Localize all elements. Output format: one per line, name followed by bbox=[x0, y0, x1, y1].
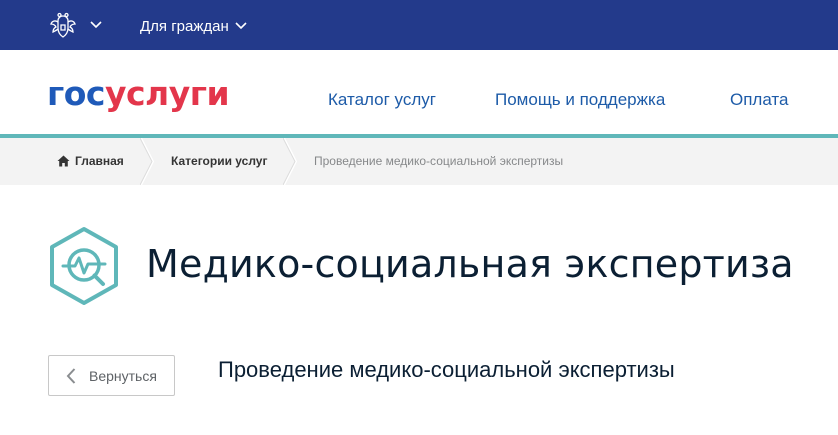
page-title: Медико-социальная экспертиза bbox=[146, 242, 794, 286]
nav-catalog-link[interactable]: Каталог услуг bbox=[328, 90, 436, 110]
site-header: госуслуги Каталог услуг Помощь и поддерж… bbox=[0, 50, 838, 134]
home-icon bbox=[57, 155, 70, 167]
breadcrumb-separator bbox=[283, 138, 297, 185]
chevron-down-icon[interactable] bbox=[90, 20, 102, 30]
breadcrumb-home-label: Главная bbox=[75, 154, 124, 168]
breadcrumb-separator bbox=[140, 138, 154, 185]
breadcrumb-home[interactable]: Главная bbox=[57, 153, 124, 169]
breadcrumb-current: Проведение медико-социальной экспертизы bbox=[314, 154, 564, 168]
medical-expertise-icon bbox=[50, 227, 118, 305]
logo-part-uslugi: услуги bbox=[104, 74, 230, 113]
nav-help-link[interactable]: Помощь и поддержка bbox=[495, 90, 665, 110]
gosuslugi-logo[interactable]: госуслуги bbox=[47, 74, 230, 114]
breadcrumb-categories[interactable]: Категории услуг bbox=[171, 153, 267, 169]
service-title[interactable]: Проведение медико-социальной экспертизы bbox=[218, 356, 675, 384]
for-citizens-label: Для граждан bbox=[140, 17, 229, 35]
breadcrumb: Главная Категории услуг Проведение медик… bbox=[0, 138, 838, 185]
for-citizens-dropdown[interactable]: Для граждан bbox=[140, 16, 247, 36]
chevron-left-icon bbox=[66, 368, 76, 384]
nav-payment-link[interactable]: Оплата bbox=[730, 90, 788, 110]
back-button-label: Вернуться bbox=[89, 368, 157, 384]
logo-part-gos: гос bbox=[47, 74, 105, 113]
chevron-down-icon bbox=[235, 22, 247, 30]
top-bar: Для граждан bbox=[0, 0, 838, 50]
emblem-icon[interactable] bbox=[48, 11, 78, 41]
back-button[interactable]: Вернуться bbox=[48, 355, 175, 396]
